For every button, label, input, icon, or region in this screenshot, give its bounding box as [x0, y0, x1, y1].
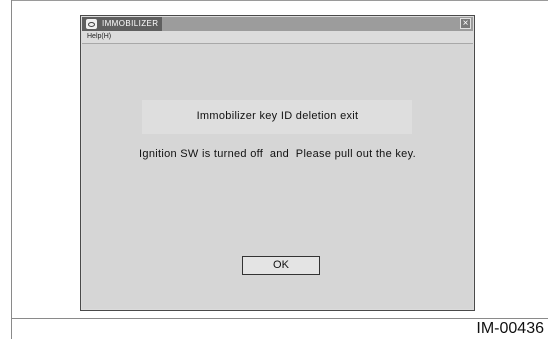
message-body: Ignition SW is turned off and Please pul… [139, 148, 416, 160]
window-title: IMMOBILIZER [102, 19, 159, 28]
frame-top-border [11, 0, 548, 1]
menu-help[interactable]: Help(H) [87, 32, 111, 42]
frame-left-border [11, 0, 12, 339]
dialog-content: Immobilizer key ID deletion exit Ignitio… [82, 44, 473, 309]
figure-id-label: IM-00436 [476, 320, 544, 337]
message-title: Immobilizer key ID deletion exit [196, 110, 359, 122]
title-bar[interactable]: IMMOBILIZER × [82, 17, 473, 31]
frame-bottom-border [11, 318, 548, 319]
menu-bar: Help(H) [82, 31, 473, 44]
ok-button[interactable]: OK [242, 256, 320, 275]
title-active-region: IMMOBILIZER [82, 17, 162, 31]
immobilizer-window: IMMOBILIZER × Help(H) Immobilizer key ID… [80, 15, 475, 311]
close-button[interactable]: × [460, 18, 471, 29]
app-icon [86, 19, 97, 29]
